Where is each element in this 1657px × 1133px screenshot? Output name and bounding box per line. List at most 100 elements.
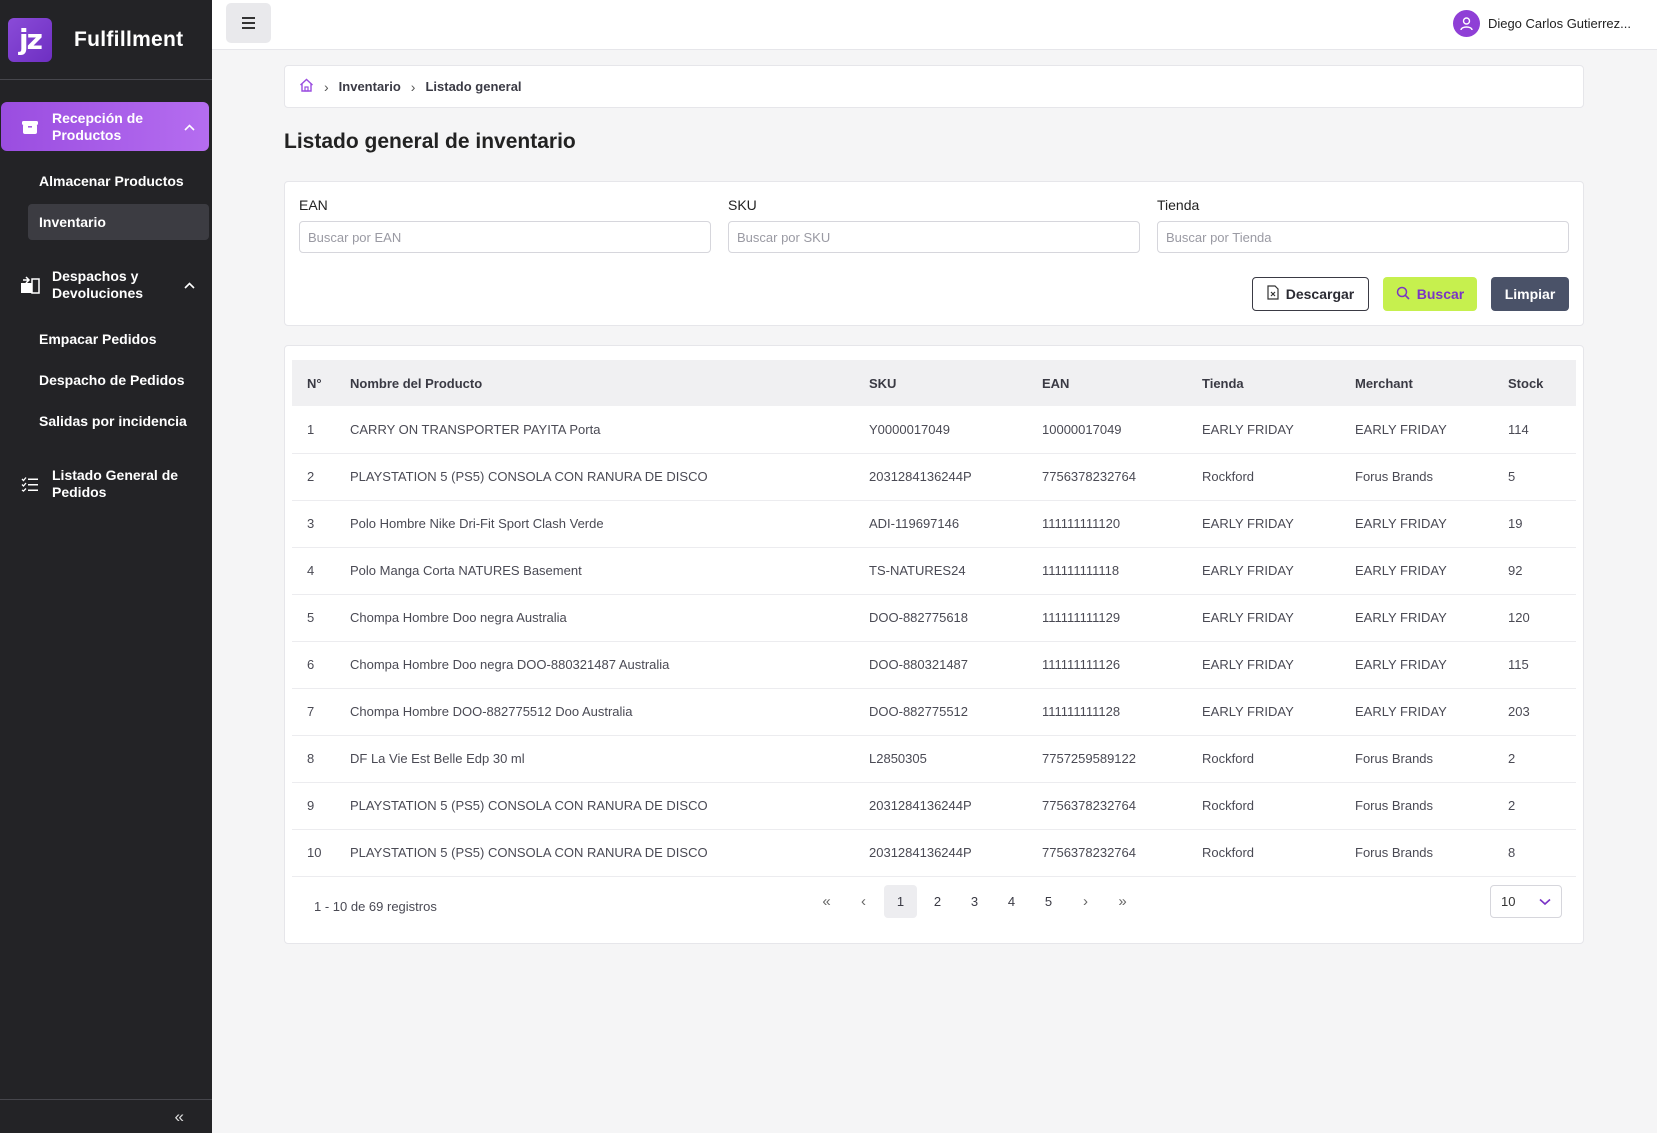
ean-filter: EAN	[299, 197, 711, 253]
cell-number: 8	[292, 735, 350, 783]
cell-store: Rockford	[1202, 782, 1355, 830]
sidebar-item-inventario[interactable]: Inventario	[28, 204, 209, 240]
sidebar-item-despacho[interactable]: Despacho de Pedidos	[28, 362, 209, 398]
cell-ean: 111111111120	[1042, 500, 1202, 548]
column-header-sku: SKU	[869, 375, 897, 391]
double-chevron-left-icon[interactable]: «	[175, 1107, 184, 1127]
clear-button[interactable]: Limpiar	[1491, 277, 1569, 311]
cell-number: 6	[292, 641, 350, 689]
page-button-4[interactable]: 4	[995, 885, 1028, 918]
app-logo[interactable]: jz	[8, 17, 52, 62]
cell-store: EARLY FRIDAY	[1202, 594, 1355, 642]
breadcrumb-item-inventario[interactable]: Inventario	[339, 79, 401, 94]
cell-merchant: EARLY FRIDAY	[1355, 547, 1508, 595]
next-page-icon[interactable]: ›	[1069, 885, 1102, 918]
cell-sku: 2031284136244P	[869, 453, 1042, 501]
column-header-merchant: Merchant	[1355, 375, 1413, 391]
store-filter: Tienda	[1157, 197, 1569, 253]
user-menu[interactable]: Diego Carlos Gutierrez...	[1452, 10, 1631, 37]
chevron-down-icon	[1539, 894, 1551, 909]
sidebar-item-salidas[interactable]: Salidas por incidencia	[28, 403, 209, 439]
table-row[interactable]: 2 PLAYSTATION 5 (PS5) CONSOLA CON RANURA …	[292, 453, 1576, 501]
cell-number: 5	[292, 594, 350, 642]
nav-group-label: Despachos y Devoluciones	[52, 267, 144, 301]
cell-stock: 2	[1508, 782, 1576, 830]
page-button-3[interactable]: 3	[958, 885, 991, 918]
table-header-row: N° Nombre del Producto SKU EAN Tienda Me…	[292, 360, 1576, 406]
sku-input[interactable]	[728, 221, 1140, 253]
cell-product: Chompa Hombre DOO-882775512 Doo Australi…	[350, 688, 869, 736]
search-icon	[1396, 286, 1410, 303]
nav-group-listado-pedidos[interactable]: Listado General de Pedidos	[1, 459, 209, 508]
table-row[interactable]: 7 Chompa Hombre DOO-882775512 Doo Austral…	[292, 688, 1576, 736]
cell-ean: 7756378232764	[1042, 782, 1202, 830]
breadcrumb-separator: ›	[324, 78, 329, 95]
cell-number: 3	[292, 500, 350, 548]
pagination-bar: 1 - 10 de 69 registros « ‹ 1 2 3 4 5 › »…	[285, 875, 1583, 943]
sku-label: SKU	[728, 197, 757, 213]
table-row[interactable]: 8 DF La Vie Est Belle Edp 30 ml L2850305 77…	[292, 735, 1576, 783]
cell-store: EARLY FRIDAY	[1202, 688, 1355, 736]
cell-stock: 120	[1508, 594, 1576, 642]
page-button-5[interactable]: 5	[1032, 885, 1065, 918]
table-row[interactable]: 1 CARRY ON TRANSPORTER PAYITA Porta Y00000…	[292, 406, 1576, 454]
cell-stock: 115	[1508, 641, 1576, 689]
search-button[interactable]: Buscar	[1383, 277, 1477, 311]
cell-merchant: EARLY FRIDAY	[1355, 594, 1508, 642]
inventory-table: N° Nombre del Producto SKU EAN Tienda Me…	[292, 360, 1576, 877]
dispatch-icon	[20, 275, 40, 295]
table-row[interactable]: 10 PLAYSTATION 5 (PS5) CONSOLA CON RANURA…	[292, 829, 1576, 877]
breadcrumb: › Inventario › Listado general	[284, 65, 1584, 108]
store-input[interactable]	[1157, 221, 1569, 253]
cell-merchant: Forus Brands	[1355, 782, 1508, 830]
cell-stock: 19	[1508, 500, 1576, 548]
nav-group-recepcion[interactable]: Recepción de Productos	[1, 102, 209, 151]
table-row[interactable]: 3 Polo Hombre Nike Dri-Fit Sport Clash Ve…	[292, 500, 1576, 548]
chevron-up-icon	[184, 120, 195, 134]
pagination: « ‹ 1 2 3 4 5 › »	[810, 885, 1139, 918]
cell-sku: 2031284136244P	[869, 829, 1042, 877]
table-row[interactable]: 6 Chompa Hombre Doo negra DOO-880321487 A…	[292, 641, 1576, 689]
cell-ean: 111111111118	[1042, 547, 1202, 595]
last-page-icon[interactable]: »	[1106, 885, 1139, 918]
sidebar-item-almacenar[interactable]: Almacenar Productos	[28, 163, 209, 199]
cell-number: 1	[292, 406, 350, 454]
cell-ean: 7756378232764	[1042, 829, 1202, 877]
prev-page-icon[interactable]: ‹	[847, 885, 880, 918]
column-header-product: Nombre del Producto	[350, 375, 483, 391]
table-row[interactable]: 5 Chompa Hombre Doo negra Australia DOO-88…	[292, 594, 1576, 642]
cell-stock: 92	[1508, 547, 1576, 595]
cell-store: EARLY FRIDAY	[1202, 500, 1355, 548]
cell-stock: 203	[1508, 688, 1576, 736]
cell-number: 7	[292, 688, 350, 736]
column-header-ean: EAN	[1042, 375, 1070, 391]
cell-store: EARLY FRIDAY	[1202, 406, 1355, 454]
ean-input[interactable]	[299, 221, 711, 253]
cell-sku: 2031284136244P	[869, 782, 1042, 830]
cell-store: Rockford	[1202, 735, 1355, 783]
home-icon[interactable]	[299, 78, 314, 95]
cell-sku: DOO-882775618	[869, 594, 1042, 642]
brand: jz Fulfillment	[0, 0, 212, 80]
ean-label: EAN	[299, 197, 328, 213]
first-page-icon[interactable]: «	[810, 885, 843, 918]
table-row[interactable]: 4 Polo Manga Corta NATURES Basement TS-NAT…	[292, 547, 1576, 595]
cell-store: EARLY FRIDAY	[1202, 547, 1355, 595]
cell-store: Rockford	[1202, 829, 1355, 877]
sidebar-item-empacar[interactable]: Empacar Pedidos	[28, 321, 209, 357]
app-name: Fulfillment	[74, 27, 184, 51]
table-row[interactable]: 9 PLAYSTATION 5 (PS5) CONSOLA CON RANURA …	[292, 782, 1576, 830]
page-size-select[interactable]: 10	[1490, 885, 1562, 918]
cell-product: Polo Manga Corta NATURES Basement	[350, 547, 869, 595]
list-icon	[20, 474, 40, 494]
page-button-1[interactable]: 1	[884, 885, 917, 918]
page-button-2[interactable]: 2	[921, 885, 954, 918]
store-label: Tienda	[1157, 197, 1200, 213]
cell-ean: 7756378232764	[1042, 453, 1202, 501]
nav-group-despachos[interactable]: Despachos y Devoluciones	[1, 260, 209, 309]
cell-product: Polo Hombre Nike Dri-Fit Sport Clash Ver…	[350, 500, 869, 548]
hamburger-icon[interactable]	[226, 3, 271, 43]
sidebar: jz Fulfillment Recepción de Productos Al…	[0, 0, 212, 1133]
sku-filter: SKU	[728, 197, 1140, 253]
download-button[interactable]: Descargar	[1252, 277, 1369, 311]
